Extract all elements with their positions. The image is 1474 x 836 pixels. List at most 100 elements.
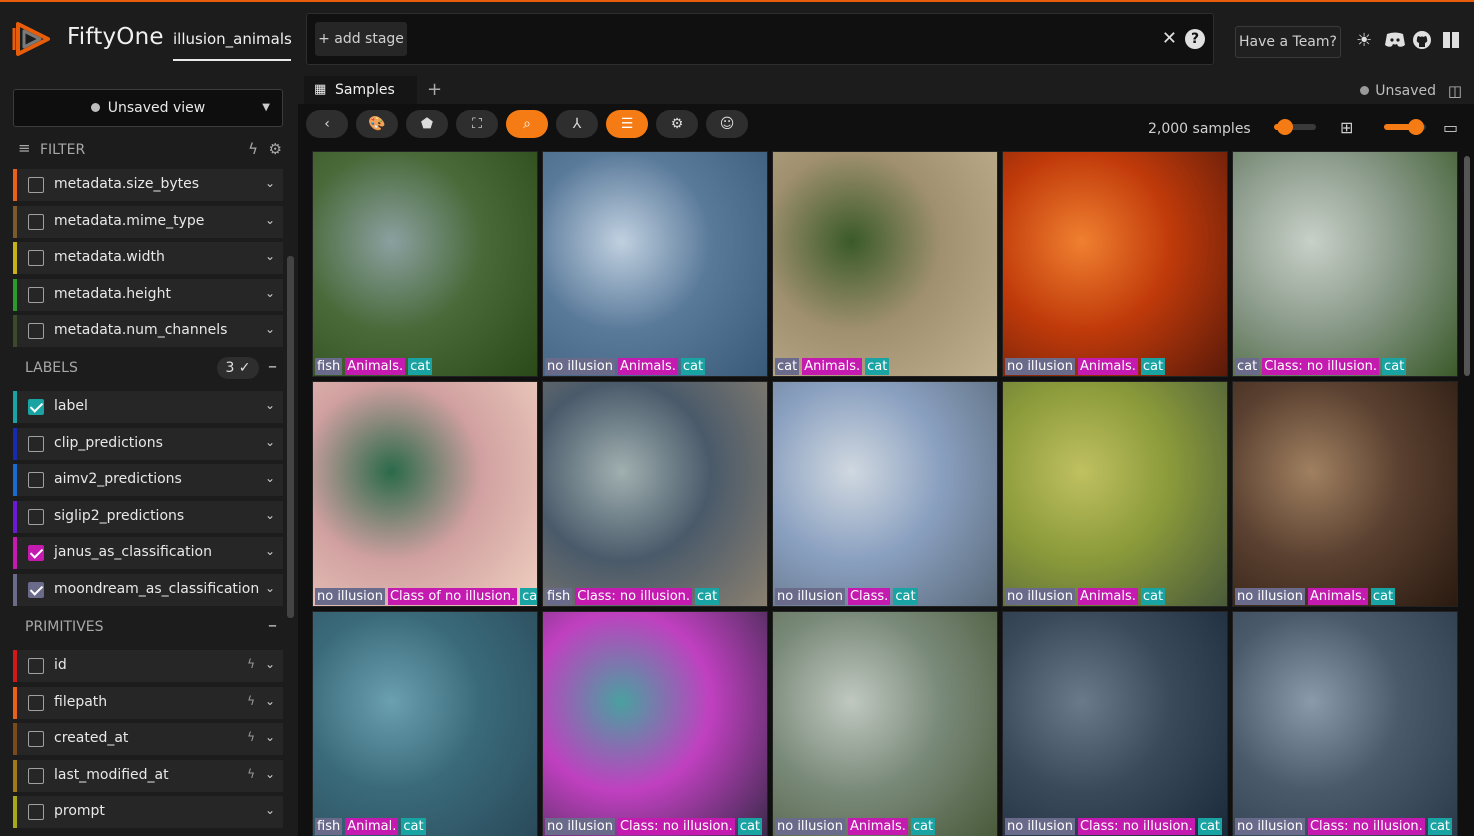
sample-thumbnail[interactable]: fish Animal. cat (312, 611, 538, 836)
chevron-down-icon[interactable]: ⌄ (265, 213, 275, 227)
field-row[interactable]: last_modified_at ⌄ ϟ (13, 759, 283, 792)
sample-thumbnail[interactable]: cat Animals. cat (772, 151, 998, 377)
field-row[interactable]: moondream_as_classification ⌄ (13, 574, 283, 606)
labels-section-header[interactable]: LABELS 3 ✓ – (13, 351, 283, 385)
lightning-icon[interactable]: ϟ (248, 140, 258, 158)
field-checkbox[interactable] (28, 177, 44, 193)
grid-scrollbar[interactable] (1464, 156, 1470, 376)
unsaved-indicator[interactable]: Unsaved (1360, 83, 1436, 99)
field-checkbox[interactable] (28, 804, 44, 821)
sample-thumbnail[interactable]: no illusion Animals. cat (542, 151, 768, 377)
field-row[interactable]: label ⌄ (13, 391, 283, 423)
sample-thumbnail[interactable]: no illusion Class: no illusion. cat (542, 611, 768, 836)
add-stage-button[interactable]: + add stage (315, 22, 407, 56)
merge-icon[interactable]: ⅄ (556, 110, 598, 138)
labels-count-badge[interactable]: 3 ✓ (217, 357, 259, 379)
chevron-down-icon[interactable]: ⌄ (265, 767, 275, 781)
field-checkbox[interactable] (28, 582, 44, 598)
field-checkbox[interactable] (28, 472, 44, 489)
field-row[interactable]: filepath ⌄ ϟ (13, 686, 283, 719)
lightning-icon[interactable]: ϟ (247, 657, 255, 671)
chevron-down-icon[interactable]: ⌄ (265, 398, 275, 412)
sample-thumbnail[interactable]: fish Animals. cat (312, 151, 538, 377)
field-row[interactable]: metadata.width ⌄ (13, 242, 283, 275)
sample-thumbnail[interactable]: no illusion Animals. cat (772, 611, 998, 836)
chevron-down-icon[interactable]: ⌄ (265, 249, 275, 263)
sample-thumbnail[interactable]: no illusion Animals. cat (1002, 151, 1228, 377)
sample-thumbnail[interactable]: cat Class: no illusion. cat (1232, 151, 1458, 377)
size-slider-knob[interactable] (1407, 119, 1424, 135)
color-palette-icon[interactable]: 🎨 (356, 110, 398, 138)
field-row[interactable]: metadata.size_bytes ⌄ (13, 169, 283, 201)
sample-thumbnail[interactable]: no illusion Class. cat (772, 381, 998, 607)
docs-book-icon[interactable] (1441, 30, 1461, 50)
chevron-down-icon[interactable]: ⌄ (265, 322, 275, 336)
field-row[interactable]: clip_predictions ⌄ (13, 427, 283, 460)
field-row[interactable]: janus_as_classification ⌄ (13, 537, 283, 570)
field-row[interactable]: prompt ⌄ (13, 796, 283, 829)
tab-samples[interactable]: ▦ Samples (304, 76, 417, 104)
field-checkbox[interactable] (28, 250, 44, 267)
lightning-icon[interactable]: ϟ (247, 767, 255, 781)
back-button[interactable]: ‹ (306, 110, 348, 138)
sidebar-scrollbar[interactable] (287, 256, 294, 618)
field-checkbox[interactable] (28, 508, 44, 525)
field-row[interactable]: siglip2_predictions ⌄ (13, 500, 283, 533)
field-checkbox[interactable] (28, 731, 44, 748)
zoom-slider-knob[interactable] (1276, 119, 1293, 135)
sample-thumbnail[interactable]: no illusionClass of no illusion.cat (312, 381, 538, 607)
zoom-slider[interactable] (1274, 119, 1316, 135)
sample-thumbnail[interactable]: no illusion Animals. cat (1232, 381, 1458, 607)
collapse-icon[interactable]: – (268, 615, 277, 636)
field-checkbox[interactable] (28, 435, 44, 452)
field-checkbox[interactable] (28, 694, 44, 711)
field-checkbox[interactable] (28, 323, 44, 340)
saved-view-selector[interactable]: Unsaved view ▼ (13, 89, 283, 127)
chevron-down-icon[interactable]: ⌄ (265, 176, 275, 190)
chevron-down-icon[interactable]: ⌄ (265, 657, 275, 671)
dataset-selector[interactable]: illusion_animals (173, 30, 292, 61)
list-icon[interactable]: ☰ (606, 110, 648, 138)
collapse-icon[interactable]: – (268, 356, 277, 377)
primitives-section-header[interactable]: PRIMITIVES – (13, 610, 283, 644)
patches-icon[interactable]: ⛶ (456, 110, 498, 138)
grid-icon[interactable]: ⊞ (1340, 118, 1353, 137)
field-row[interactable]: metadata.height ⌄ (13, 278, 283, 311)
chevron-down-icon[interactable]: ⌄ (265, 435, 275, 449)
chevron-down-icon[interactable]: ⌄ (265, 730, 275, 744)
settings-icon[interactable]: ⚙ (656, 110, 698, 138)
add-tab-button[interactable]: + (427, 79, 442, 100)
sample-thumbnail[interactable]: no illusion Animals. cat (1002, 381, 1228, 607)
sample-thumbnail[interactable]: no illusion Class: no illusion. cat (1002, 611, 1228, 836)
brand-name[interactable]: FiftyOne (67, 24, 164, 50)
thumbnail-size-slider[interactable] (1384, 119, 1426, 135)
discord-icon[interactable] (1384, 31, 1406, 49)
help-icon[interactable]: ? (1185, 29, 1205, 49)
chevron-down-icon[interactable]: ⌄ (265, 286, 275, 300)
field-checkbox[interactable] (28, 545, 44, 562)
field-row[interactable]: id ⌄ ϟ (13, 650, 283, 682)
lightning-icon[interactable]: ϟ (247, 730, 255, 744)
fiftyone-logo-icon[interactable] (12, 18, 54, 60)
field-checkbox[interactable] (28, 286, 44, 303)
field-row[interactable]: metadata.num_channels ⌄ (13, 315, 283, 348)
sample-thumbnail[interactable]: fish Class: no illusion. cat (542, 381, 768, 607)
chevron-down-icon[interactable]: ⌄ (265, 544, 275, 558)
sidebar-panel-icon[interactable]: ▭ (1443, 118, 1458, 137)
github-icon[interactable] (1412, 30, 1432, 50)
sample-thumbnail[interactable]: no illusion Class: no illusion. cat (1232, 611, 1458, 836)
chevron-down-icon[interactable]: ⌄ (265, 694, 275, 708)
tag-icon[interactable]: ⬟ (406, 110, 448, 138)
lightning-icon[interactable]: ϟ (247, 694, 255, 708)
chevron-down-icon[interactable]: ⌄ (265, 803, 275, 817)
gear-icon[interactable]: ⚙ (269, 140, 282, 158)
chevron-down-icon[interactable]: ⌄ (265, 471, 275, 485)
field-row[interactable]: created_at ⌄ ϟ (13, 723, 283, 756)
have-a-team-button[interactable]: Have a Team? (1235, 26, 1341, 58)
field-row[interactable]: aimv2_predictions ⌄ (13, 464, 283, 497)
close-icon[interactable]: ✕ (1162, 28, 1177, 49)
field-checkbox[interactable] (28, 658, 44, 674)
field-checkbox[interactable] (28, 213, 44, 230)
light-mode-icon[interactable]: ☀ (1356, 30, 1372, 51)
search-icon[interactable]: ⌕ (506, 110, 548, 138)
